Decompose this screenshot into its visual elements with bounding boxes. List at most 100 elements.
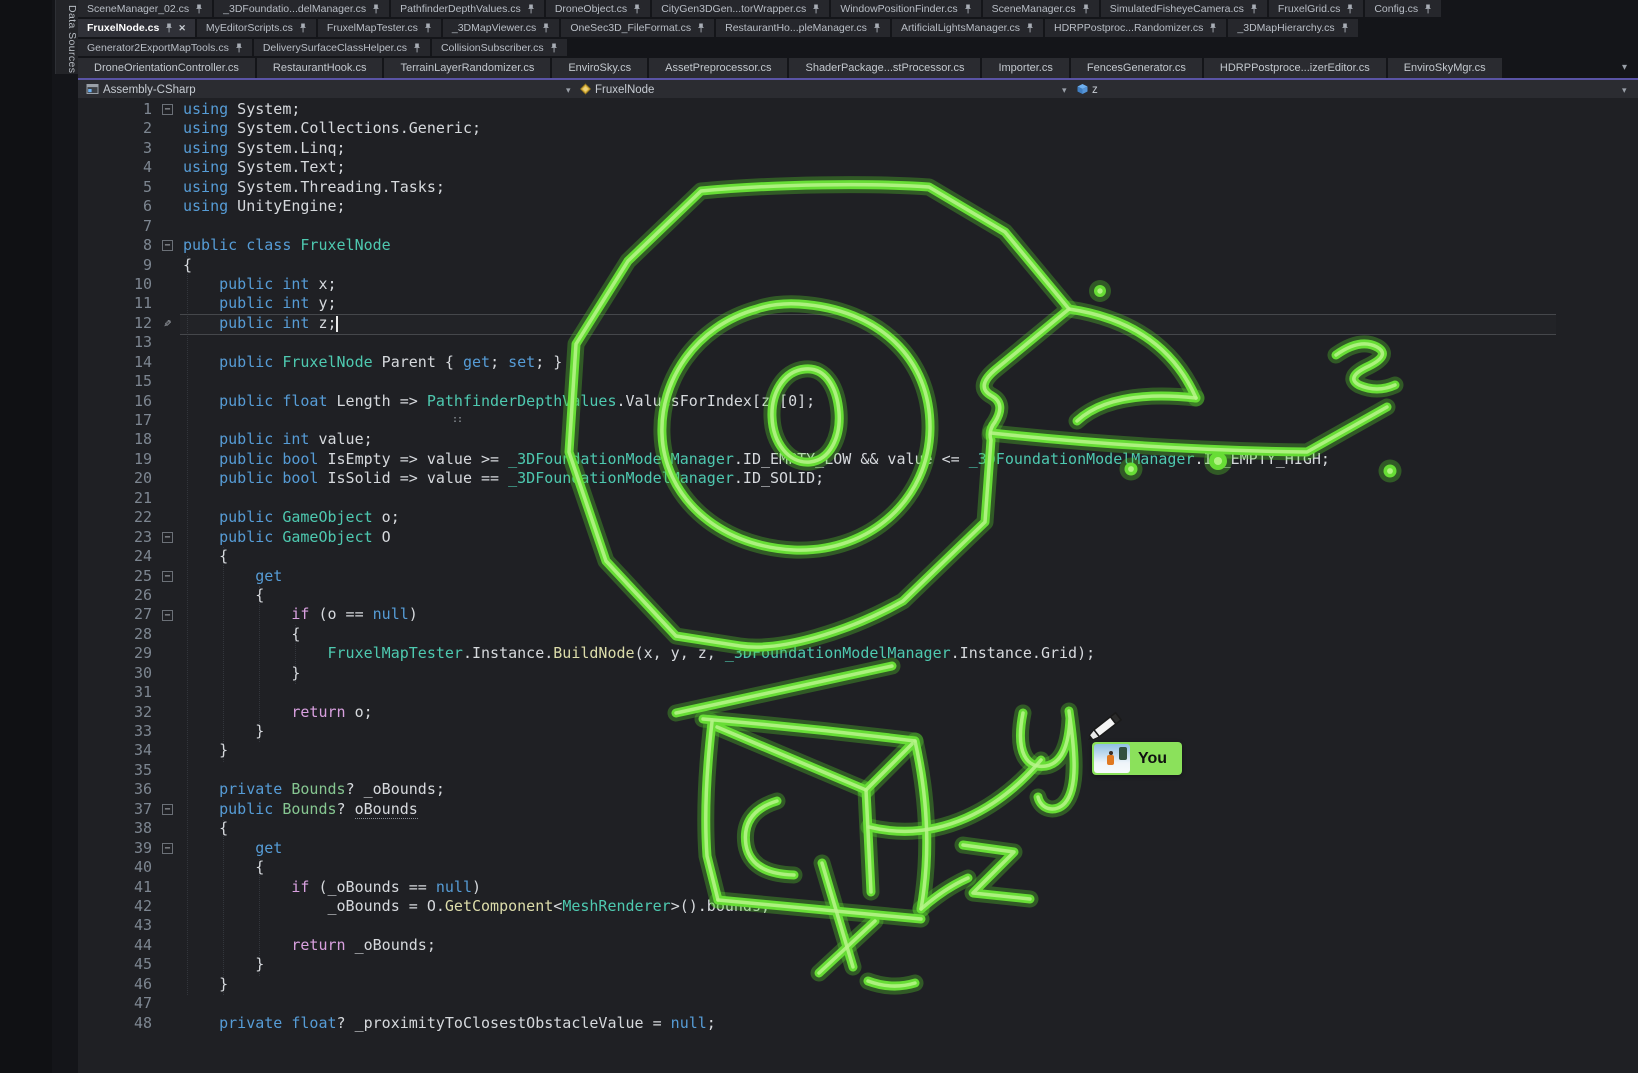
fold-collapse-icon[interactable]: −	[162, 843, 173, 854]
tab-overflow-chevron-icon[interactable]: ▾	[1622, 62, 1627, 73]
code-line-31[interactable]: 31	[78, 683, 1638, 702]
fold-collapse-icon[interactable]: −	[162, 804, 173, 815]
code-line-38[interactable]: 38 {	[78, 819, 1638, 838]
code-line-27[interactable]: 27− if (o == null)	[78, 605, 1638, 624]
project-icon	[86, 83, 99, 95]
tab-EnviroSky.cs[interactable]: EnviroSky.cs	[552, 58, 647, 78]
code-line-22[interactable]: 22 public GameObject o;	[78, 508, 1638, 527]
tab-AssetPreprocessor.cs[interactable]: AssetPreprocessor.cs	[649, 58, 787, 78]
code-line-45[interactable]: 45 }	[78, 955, 1638, 974]
tab-_3DFoundatio...delManager.cs[interactable]: _3DFoundatio...delManager.cs	[214, 0, 389, 17]
fold-collapse-icon[interactable]: −	[162, 571, 173, 582]
code-line-43[interactable]: 43	[78, 916, 1638, 935]
code-line-34[interactable]: 34 }	[78, 741, 1638, 760]
code-line-13[interactable]: 13	[78, 333, 1638, 352]
code-line-4[interactable]: 4using System.Text;	[78, 158, 1638, 177]
fold-collapse-icon[interactable]: −	[162, 104, 173, 115]
code-line-44[interactable]: 44 return _oBounds;	[78, 936, 1638, 955]
tab-DroneOrientationController.cs[interactable]: DroneOrientationController.cs	[78, 58, 255, 78]
code-line-35[interactable]: 35	[78, 761, 1638, 780]
code-line-32[interactable]: 32 return o;	[78, 703, 1638, 722]
code-line-6[interactable]: 6using UnityEngine;	[78, 197, 1638, 216]
tab-Importer.cs[interactable]: Importer.cs	[982, 58, 1068, 78]
tab-SceneManager.cs[interactable]: SceneManager.cs	[983, 0, 1099, 17]
tab-_3DMapViewer.cs[interactable]: _3DMapViewer.cs	[443, 19, 559, 37]
tab-FruxelGrid.cs[interactable]: FruxelGrid.cs	[1269, 0, 1363, 17]
code-line-23[interactable]: 23− public GameObject O	[78, 528, 1638, 547]
tab-PathfinderDepthValues.cs[interactable]: PathfinderDepthValues.cs	[391, 0, 544, 17]
code-line-17[interactable]: 17	[78, 411, 1638, 430]
code-line-26[interactable]: 26 {	[78, 586, 1638, 605]
code-line-18[interactable]: 18 public int value;	[78, 430, 1638, 449]
tab-SceneManager_02.cs[interactable]: SceneManager_02.cs	[78, 0, 212, 17]
code-line-36[interactable]: 36 private Bounds? _oBounds;	[78, 780, 1638, 799]
code-line-3[interactable]: 3using System.Linq;	[78, 139, 1638, 158]
data-sources-vertical-tab[interactable]: Data Sources	[55, 0, 78, 74]
tab-Config.cs[interactable]: Config.cs	[1365, 0, 1441, 17]
tab-ArtificialLightsManager.cs[interactable]: ArtificialLightsManager.cs	[892, 19, 1043, 37]
close-tab-icon[interactable]: ✕	[178, 23, 186, 34]
code-line-7[interactable]: 7	[78, 217, 1638, 236]
breadcrumb-project[interactable]: Assembly-CSharp	[103, 82, 196, 98]
project-dropdown-chevron-icon[interactable]: ▾	[566, 82, 571, 98]
tab-RestaurantHook.cs[interactable]: RestaurantHook.cs	[257, 58, 383, 78]
code-line-42[interactable]: 42 _oBounds = O.GetComponent<MeshRendere…	[78, 897, 1638, 916]
breadcrumb-type[interactable]: FruxelNode	[595, 82, 654, 98]
code-line-8[interactable]: 8−public class FruxelNode	[78, 236, 1638, 255]
code-editor[interactable]: 1−using System;2using System.Collections…	[78, 98, 1638, 1073]
fold-collapse-icon[interactable]: −	[162, 610, 173, 621]
tab-_3DMapHierarchy.cs[interactable]: _3DMapHierarchy.cs	[1228, 19, 1357, 37]
tab-WindowPositionFinder.cs[interactable]: WindowPositionFinder.cs	[831, 0, 980, 17]
code-line-33[interactable]: 33 }	[78, 722, 1638, 741]
code-line-12[interactable]: 12✎ public int z;	[78, 314, 1638, 333]
code-line-20[interactable]: 20 public bool IsSolid => value == _3DFo…	[78, 469, 1638, 488]
tab-FruxelMapTester.cs[interactable]: FruxelMapTester.cs	[318, 19, 441, 37]
code-line-9[interactable]: 9{	[78, 256, 1638, 275]
tab-HDRPPostproc...Randomizer.cs[interactable]: HDRPPostproc...Randomizer.cs	[1045, 19, 1226, 37]
code-line-25[interactable]: 25− get	[78, 567, 1638, 586]
code-line-21[interactable]: 21	[78, 489, 1638, 508]
code-line-30[interactable]: 30 }	[78, 664, 1638, 683]
tab-Generator2ExportMapTools.cs[interactable]: Generator2ExportMapTools.cs	[78, 39, 252, 56]
fold-collapse-icon[interactable]: −	[162, 532, 173, 543]
code-line-41[interactable]: 41 if (_oBounds == null)	[78, 878, 1638, 897]
code-line-14[interactable]: 14 public FruxelNode Parent { get; set; …	[78, 353, 1638, 372]
code-line-48[interactable]: 48 private float? _proximityToClosestObs…	[78, 1014, 1638, 1033]
code-line-1[interactable]: 1−using System;	[78, 100, 1638, 119]
tab-OneSec3D_FileFormat.cs[interactable]: OneSec3D_FileFormat.cs	[561, 19, 714, 37]
tab-DeliverySurfaceClassHelper.cs[interactable]: DeliverySurfaceClassHelper.cs	[254, 39, 430, 56]
code-line-39[interactable]: 39− get	[78, 839, 1638, 858]
tab-CityGen3DGen...torWrapper.cs[interactable]: CityGen3DGen...torWrapper.cs	[652, 0, 829, 17]
fold-margin	[152, 547, 183, 566]
tab-DroneObject.cs[interactable]: DroneObject.cs	[546, 0, 650, 17]
tab-FencesGenerator.cs[interactable]: FencesGenerator.cs	[1071, 58, 1202, 78]
member-dropdown-chevron-icon[interactable]: ▾	[1622, 82, 1627, 98]
code-line-40[interactable]: 40 {	[78, 858, 1638, 877]
tab-MyEditorScripts.cs[interactable]: MyEditorScripts.cs	[197, 19, 316, 37]
code-line-15[interactable]: 15	[78, 372, 1638, 391]
code-line-10[interactable]: 10 public int x;	[78, 275, 1638, 294]
tab-EnviroSkyMgr.cs[interactable]: EnviroSkyMgr.cs	[1388, 58, 1502, 78]
breadcrumb-member[interactable]: z	[1092, 82, 1098, 98]
type-dropdown-chevron-icon[interactable]: ▾	[1062, 82, 1067, 98]
tab-RestaurantHo...pleManager.cs[interactable]: RestaurantHo...pleManager.cs	[716, 19, 890, 37]
tab-FruxelNode.cs[interactable]: FruxelNode.cs✕	[78, 19, 195, 37]
tab-ShaderPackage...stProcessor.cs[interactable]: ShaderPackage...stProcessor.cs	[789, 58, 980, 78]
code-line-28[interactable]: 28 {	[78, 625, 1638, 644]
fold-collapse-icon[interactable]: −	[162, 240, 173, 251]
tab-SimulatedFisheyeCamera.cs[interactable]: SimulatedFisheyeCamera.cs	[1101, 0, 1267, 17]
tab-CollisionSubscriber.cs[interactable]: CollisionSubscriber.cs	[432, 39, 567, 56]
code-line-16[interactable]: 16 public float Length => PathfinderDept…	[78, 392, 1638, 411]
code-line-5[interactable]: 5using System.Threading.Tasks;	[78, 178, 1638, 197]
code-line-24[interactable]: 24 {	[78, 547, 1638, 566]
code-line-11[interactable]: 11 public int y;	[78, 294, 1638, 313]
fold-margin	[152, 858, 183, 877]
code-line-46[interactable]: 46 }	[78, 975, 1638, 994]
code-line-29[interactable]: 29 FruxelMapTester.Instance.BuildNode(x,…	[78, 644, 1638, 663]
code-line-37[interactable]: 37− public Bounds? oBounds	[78, 800, 1638, 819]
code-line-19[interactable]: 19 public bool IsEmpty => value >= _3DFo…	[78, 450, 1638, 469]
tab-HDRPPostproce...izerEditor.cs[interactable]: HDRPPostproce...izerEditor.cs	[1204, 58, 1386, 78]
code-line-2[interactable]: 2using System.Collections.Generic;	[78, 119, 1638, 138]
tab-TerrainLayerRandomizer.cs[interactable]: TerrainLayerRandomizer.cs	[384, 58, 550, 78]
code-line-47[interactable]: 47	[78, 994, 1638, 1013]
